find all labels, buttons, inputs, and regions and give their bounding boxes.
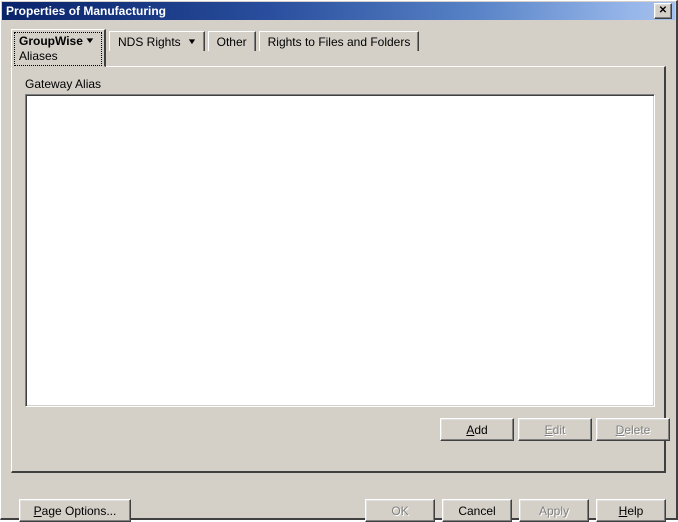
delete-button-label: Delete <box>615 422 651 437</box>
chevron-down-icon[interactable]: ▼ <box>84 37 95 45</box>
apply-button-label: Apply <box>538 503 570 518</box>
tab-groupwise[interactable]: GroupWise ▼ Aliases <box>11 29 106 67</box>
title-bar[interactable]: Properties of Manufacturing ✕ <box>2 2 675 20</box>
dialog-footer: Page Options... OK Cancel Apply Help <box>2 478 675 522</box>
edit-button-label: Edit <box>544 422 566 437</box>
edit-button: Edit <box>518 418 592 441</box>
help-button[interactable]: Help <box>596 499 666 522</box>
gateway-alias-listbox[interactable] <box>25 94 655 407</box>
page-options-button[interactable]: Page Options... <box>19 499 131 522</box>
tab-other[interactable]: Other <box>207 31 256 51</box>
tab-page-aliases: Gateway Alias Add Edit Delete <box>11 66 670 473</box>
tab-groupwise-sublabel: Aliases <box>19 49 58 63</box>
chevron-down-icon: ▼ <box>186 36 197 46</box>
tab-nds-rights[interactable]: NDS Rights ▼ <box>109 31 205 51</box>
add-button-label: Add <box>466 422 488 437</box>
tab-nds-rights-label: NDS Rights <box>118 34 181 49</box>
tab-rights-to-files-and-folders-label: Rights to Files and Folders <box>267 34 411 49</box>
ok-button-label: OK <box>391 503 409 518</box>
close-icon[interactable]: ✕ <box>654 3 672 19</box>
cancel-button[interactable]: Cancel <box>442 499 512 522</box>
dialog-client-area: NDS Rights ▼ Other Rights to Files and F… <box>2 20 675 522</box>
tab-rights-to-files-and-folders[interactable]: Rights to Files and Folders <box>258 31 420 51</box>
tab-strip: NDS Rights ▼ Other Rights to Files and F… <box>11 31 666 53</box>
properties-dialog-window: Properties of Manufacturing ✕ NDS Rights… <box>0 0 678 522</box>
gateway-alias-label: Gateway Alias <box>25 77 102 91</box>
page-options-button-label: Page Options... <box>33 503 117 518</box>
ok-button: OK <box>365 499 435 522</box>
add-button[interactable]: Add <box>440 418 514 441</box>
tab-other-label: Other <box>216 34 247 49</box>
cancel-button-label: Cancel <box>458 503 496 518</box>
help-button-label: Help <box>618 503 644 518</box>
apply-button: Apply <box>519 499 589 522</box>
delete-button: Delete <box>596 418 670 441</box>
window-title: Properties of Manufacturing <box>6 4 167 18</box>
tab-groupwise-label: GroupWise <box>19 34 83 48</box>
